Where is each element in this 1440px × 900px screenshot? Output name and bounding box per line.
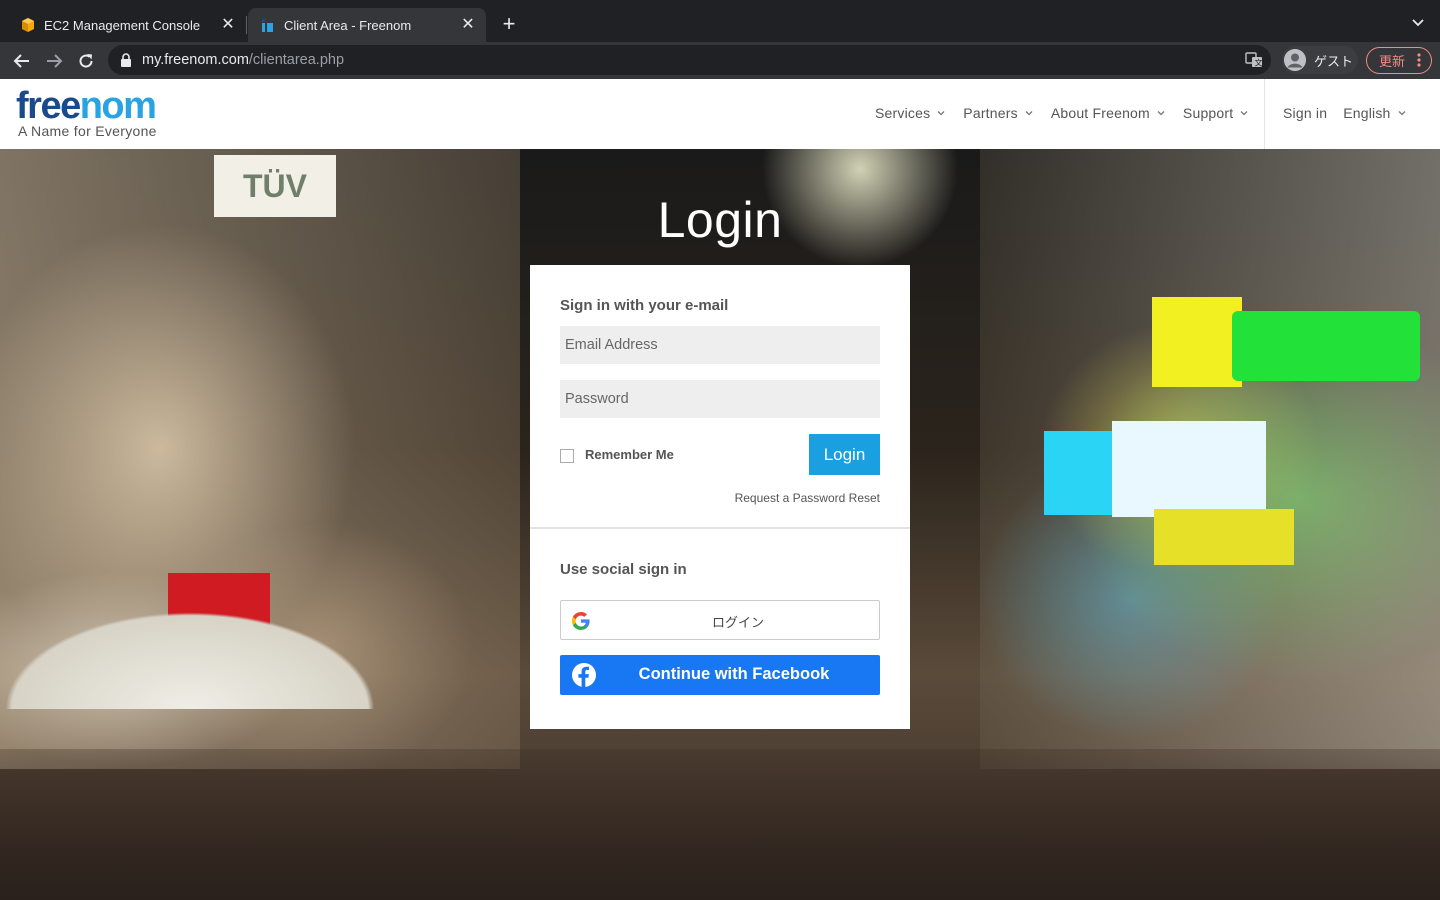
nav-divider — [1264, 79, 1265, 149]
profile-label: ゲスト — [1314, 53, 1354, 69]
tab-title: EC2 Management Console — [44, 17, 201, 33]
update-label: 更新 — [1379, 54, 1406, 69]
freenom-logo[interactable]: freenom A Name for Everyone — [16, 87, 157, 139]
password-field[interactable] — [560, 380, 880, 418]
forward-arrow-icon[interactable] — [42, 49, 66, 73]
page-title: Login — [657, 192, 783, 248]
nav-label: Partners — [963, 105, 1018, 121]
login-button[interactable]: Login — [809, 434, 880, 475]
nav-partners[interactable]: Partners — [963, 105, 1033, 121]
login-card: Sign in with your e-mail Remember Me Log… — [530, 265, 910, 729]
crowd — [0, 749, 1440, 900]
google-signin-button[interactable]: ログイン — [560, 600, 880, 640]
nav-label: About Freenom — [1050, 105, 1150, 121]
social-section-title: Use social sign in — [560, 561, 687, 578]
browser-tab-ec2[interactable]: EC2 Management Console ✕ — [8, 8, 246, 42]
translate-icon[interactable]: 文 — [1245, 51, 1263, 69]
close-icon[interactable]: ✕ — [458, 15, 478, 35]
chevron-down-icon — [1025, 111, 1033, 116]
neon-sign-yellow — [1152, 297, 1242, 387]
tab-title: Client Area - Freenom — [284, 17, 412, 33]
remember-checkbox[interactable] — [560, 449, 574, 463]
password-reset-link[interactable]: Request a Password Reset — [735, 491, 880, 505]
svg-text:文: 文 — [1255, 58, 1263, 68]
site-header: freenom A Name for Everyone Services Par… — [0, 79, 1440, 149]
nav-label: Sign in — [1283, 105, 1328, 121]
nav-sign-in[interactable]: Sign in — [1283, 105, 1327, 121]
nav-services[interactable]: Services — [875, 105, 945, 121]
email-section-title: Sign in with your e-mail — [560, 297, 729, 314]
nav-label: Services — [875, 105, 931, 121]
email-field[interactable] — [560, 326, 880, 364]
nav-support[interactable]: Support — [1183, 105, 1248, 121]
close-icon[interactable]: ✕ — [218, 15, 238, 35]
google-button-label: ログイン — [711, 615, 764, 630]
facebook-button-label: Continue with Facebook — [638, 665, 830, 683]
reload-icon[interactable] — [74, 49, 98, 73]
freenom-icon — [260, 17, 276, 33]
card-divider — [530, 527, 910, 529]
tab-separator — [246, 16, 247, 34]
url-text: my.freenom.com/clientarea.php — [142, 52, 344, 68]
main-nav: Services Partners About Freenom Support — [875, 105, 1266, 121]
chevron-down-icon — [937, 111, 945, 116]
nav-label: English — [1343, 105, 1391, 121]
browser-tabstrip: EC2 Management Console ✕ Client Area - F… — [0, 0, 1440, 42]
neon-sign-blue — [1044, 431, 1114, 515]
logo-tagline: A Name for Everyone — [18, 123, 157, 139]
nav-about[interactable]: About Freenom — [1051, 105, 1165, 121]
sign-yellow-shop — [1154, 509, 1294, 565]
language-selector[interactable]: English — [1343, 105, 1406, 121]
more-vert-icon — [1417, 53, 1421, 70]
avatar-icon — [1284, 49, 1306, 71]
address-bar[interactable]: my.freenom.com/clientarea.php 文 — [108, 45, 1271, 75]
chevron-down-icon — [1240, 111, 1248, 116]
profile-button[interactable]: ゲスト — [1282, 46, 1358, 74]
new-tab-icon[interactable]: + — [497, 13, 521, 37]
url-host: my.freenom.com — [142, 52, 249, 68]
browser-tab-freenom[interactable]: Client Area - Freenom ✕ — [248, 8, 486, 42]
remember-me[interactable]: Remember Me — [560, 445, 674, 463]
back-arrow-icon[interactable] — [10, 49, 34, 73]
neon-sign-green — [1232, 311, 1420, 381]
hero-background: TÜV Login Sign in with your e-mail Remem… — [0, 149, 1440, 900]
account-nav: Sign in English — [1283, 105, 1424, 121]
chevron-down-icon — [1398, 111, 1406, 116]
aws-cube-icon — [20, 17, 36, 33]
umbrella — [0, 599, 400, 709]
facebook-signin-button[interactable]: Continue with Facebook — [560, 655, 880, 695]
nav-label: Support — [1182, 105, 1234, 121]
browser-toolbar: my.freenom.com/clientarea.php 文 ゲスト 更新 — [0, 42, 1440, 79]
update-button[interactable]: 更新 — [1366, 47, 1432, 74]
chevron-down-icon[interactable] — [1410, 14, 1426, 30]
url-path: /clientarea.php — [248, 52, 345, 68]
sign-white — [1112, 421, 1266, 517]
lock-icon[interactable] — [120, 53, 132, 72]
remember-label: Remember Me — [585, 446, 674, 462]
logo-wordmark: freenom — [16, 85, 157, 127]
chevron-down-icon — [1157, 111, 1165, 116]
